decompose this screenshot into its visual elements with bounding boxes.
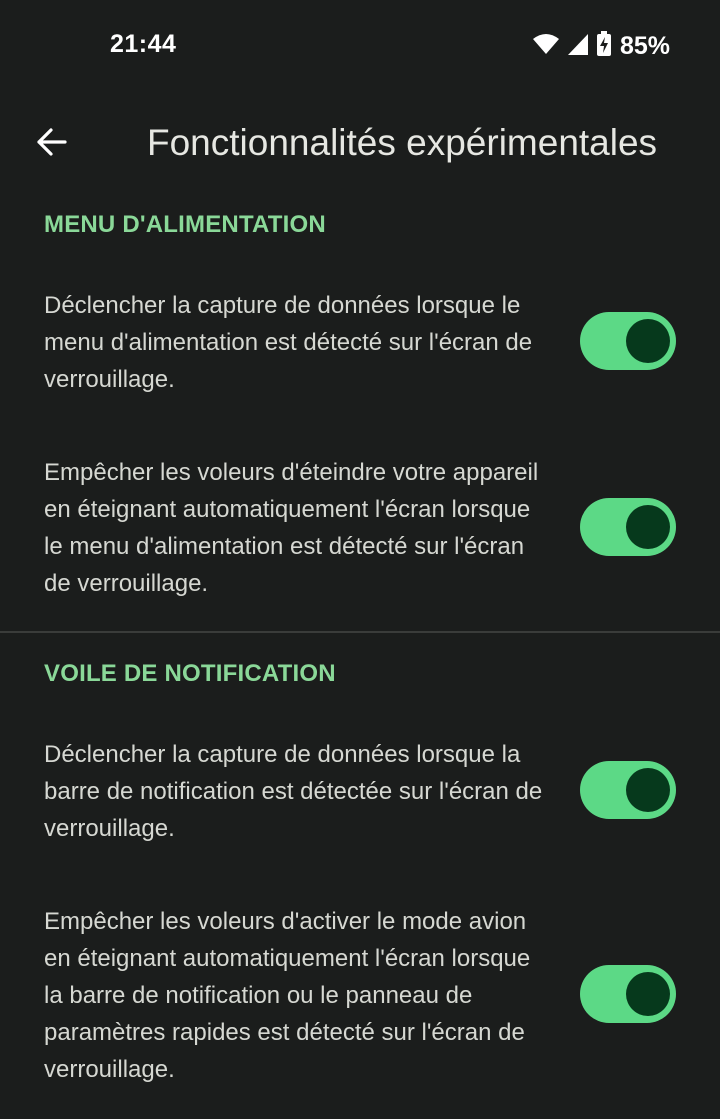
cellular-signal-icon <box>566 32 590 61</box>
switch-thumb <box>626 768 670 812</box>
status-bar: 21:44 85% <box>0 0 720 94</box>
section-divider <box>0 631 720 633</box>
setting-description: Empêcher les voleurs d'éteindre votre ap… <box>44 459 539 597</box>
wifi-icon <box>532 32 560 61</box>
section-header-power-menu: MENU D'ALIMENTATION <box>44 211 326 238</box>
arrow-back-icon <box>36 127 68 162</box>
battery-charging-icon <box>596 31 612 62</box>
status-icons: 85% <box>532 31 670 62</box>
back-button[interactable] <box>24 116 80 172</box>
toggle-notification-screen-off[interactable] <box>580 965 676 1023</box>
toggle-power-menu-capture[interactable] <box>580 312 676 370</box>
toggle-power-menu-screen-off[interactable] <box>580 498 676 556</box>
setting-row-notification-capture[interactable]: Déclencher la capture de données lorsque… <box>0 736 720 852</box>
switch-thumb <box>626 972 670 1016</box>
setting-row-notification-screen-off[interactable]: Empêcher les voleurs d'activer le mode a… <box>0 903 720 1093</box>
battery-percent: 85% <box>619 32 670 60</box>
setting-description: Déclencher la capture de données lorsque… <box>44 741 543 842</box>
page-title: Fonctionnalités expérimentales <box>147 122 658 163</box>
status-time: 21:44 <box>110 30 177 58</box>
app-bar: Fonctionnalités expérimentales <box>0 94 720 194</box>
toggle-notification-capture[interactable] <box>580 761 676 819</box>
section-header-notification-shade: VOILE DE NOTIFICATION <box>44 660 336 687</box>
setting-description: Déclencher la capture de données lorsque… <box>44 292 533 393</box>
switch-thumb <box>626 319 670 363</box>
setting-row-power-menu-screen-off[interactable]: Empêcher les voleurs d'éteindre votre ap… <box>0 454 720 604</box>
setting-description: Empêcher les voleurs d'activer le mode a… <box>44 908 531 1083</box>
switch-thumb <box>626 505 670 549</box>
setting-row-power-menu-capture[interactable]: Déclencher la capture de données lorsque… <box>0 286 720 402</box>
